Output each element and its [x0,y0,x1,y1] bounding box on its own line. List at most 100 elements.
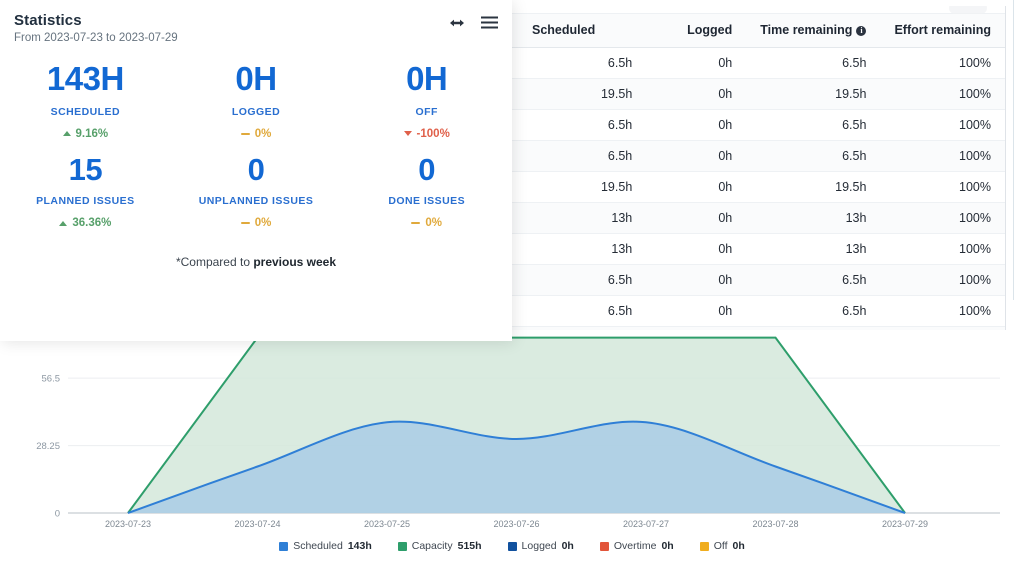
cell-logged: 0h [646,140,747,172]
column-header-time-remaining[interactable]: Time remaining i [746,14,881,48]
legend-swatch-icon [507,541,517,551]
legend-total: 515h [457,540,482,552]
table-row[interactable]: 6.5h0h6.5h100% [510,109,1005,141]
resize-horizontal-icon[interactable] [449,18,465,28]
legend-item-logged[interactable]: Logged 0h [507,540,574,552]
cell-scheduled: 19.5h [510,78,647,110]
table-row[interactable]: 19.5h 0h 19.5h 100% [510,78,1005,110]
metric-label: SCHEDULED [50,105,121,118]
legend-item-overtime[interactable]: Overtime 0h [599,540,674,552]
chart-legend: Scheduled 143h Capacity 515h Logged 0h Overtim… [0,540,1024,552]
cell-effort-remaining: 100% [880,264,1005,296]
metric-label: PLANNED ISSUES [36,195,135,208]
cell-scheduled: 13h [510,233,647,265]
top-pill-decoration [949,6,987,14]
column-header-scheduled[interactable]: Scheduled [510,14,647,48]
cell-effort-remaining: 100% [880,78,1005,110]
cell-scheduled: 6.5h [510,295,647,327]
cell-effort-remaining: 100% [880,202,1005,234]
cell-effort-remaining: 100% [880,233,1005,265]
metric-delta-value: 0% [425,217,442,230]
table-body: 6.5h 0h 6.5h 100% 19.5h 0h 19.5h 100% 6.5h 0h 6.5h… [510,47,1005,330]
table-row[interactable]: 6.5h0h6.5h100% [510,264,1005,296]
legend-total: 143h [347,540,372,552]
metric-delta-value: 9.16% [75,127,109,140]
metric-label: OFF [415,105,438,118]
metric-card-unplanned-issues: 0 UNPLANNED ISSUES 0% [171,151,342,229]
schedule-table: Scheduled Logged Time remaining i Effort … [510,14,1005,330]
metric-delta-value: -100% [416,127,450,140]
metric-delta: 0% [171,128,342,140]
legend-item-scheduled[interactable]: Scheduled 143h [279,540,372,552]
table-row[interactable]: 6.5h0h6.5h100% [510,295,1005,327]
x-axis-tick-label: 2023-07-24 [234,519,280,529]
metric-label: LOGGED [231,105,281,118]
comparison-note-emphasis: previous week [253,255,337,270]
right-edge-rule [1013,0,1014,300]
cell-time-remaining: 6.5h [746,264,881,296]
trend-up-icon [62,131,71,137]
cell-time-remaining: 6.5h [746,109,881,141]
metric-value: 0 [247,151,265,187]
legend-swatch-icon [699,541,709,551]
table-row[interactable]: 6.5h0h6.5h100% [510,140,1005,172]
cell-time-remaining: 19.5h [746,171,881,203]
legend-label: Logged [521,540,557,552]
legend-item-off[interactable]: Off 0h [699,540,745,552]
metric-delta: 36.36% [0,217,171,229]
chart-svg: 0 28.25 56.5 2023-07-23 2023-07-24 2023-07-25… [36,336,1000,529]
legend-swatch-icon [599,541,609,551]
metric-delta: 0% [171,217,342,229]
metric-value: 0H [406,60,448,97]
statistics-panel: Statistics From 2023-07-23 to 2023-07-29 [0,0,512,341]
x-axis-tick-label: 2023-07-29 [882,519,928,529]
cell-logged: 0h [646,47,747,79]
cell-effort-remaining: 100% [880,140,1005,172]
header-icon-group [449,16,498,29]
metric-card-logged: 0H LOGGED 0% [171,60,342,140]
legend-label: Overtime [613,540,657,552]
column-header-logged[interactable]: Logged [646,14,747,48]
metric-card-planned-issues: 15 PLANNED ISSUES 36.36% [0,153,171,229]
cell-scheduled: 6.5h [510,140,647,172]
y-axis-tick-label: 0 [55,509,60,520]
info-icon[interactable]: i [856,26,867,36]
x-axis-tick-label: 2023-07-25 [364,519,410,529]
table-row[interactable]: 6.5h0h6.5h100% [510,47,1005,79]
trend-flat-icon [240,132,250,135]
cell-scheduled: 13h [510,202,647,234]
y-axis-tick-label: 28.25 [36,441,60,452]
cell-time-remaining: 6.5h [746,47,881,79]
table-row[interactable]: 13h 0h 13h 100% [510,233,1005,265]
trend-flat-icon [411,222,421,225]
schedule-table-panel: Scheduled Logged Time remaining i Effort … [509,6,1006,331]
y-axis-tick-label: 56.5 [42,374,61,385]
trend-up-icon [59,220,68,226]
cell-time-remaining: 6.5h [746,140,881,172]
table-head: Scheduled Logged Time remaining i Effort … [510,14,1005,48]
metric-label: DONE ISSUES [388,195,466,208]
metric-delta: -100% [341,128,512,140]
metric-delta-value: 0% [254,217,272,230]
page-title: Statistics [14,12,82,29]
date-range-subtitle: From 2023-07-23 to 2023-07-29 [14,32,178,44]
cell-time-remaining: 6.5h [746,295,881,327]
metric-value: 0H [235,60,277,97]
table-top-strip [510,6,1005,14]
metric-delta: 0% [341,217,512,229]
statistics-header: Statistics From 2023-07-23 to 2023-07-29 [0,0,512,44]
metric-delta-value: 36.36% [72,217,112,230]
legend-label: Scheduled [293,540,343,552]
legend-label: Off [713,540,728,552]
app-root: Scheduled Logged Time remaining i Effort … [0,0,1024,576]
cell-effort-remaining: 100% [880,47,1005,79]
table-row[interactable]: 19.5h 0h 19.5h 100% [510,171,1005,203]
column-header-effort-remaining[interactable]: Effort remaining [880,14,1005,48]
legend-total: 0h [732,540,745,552]
column-header-time-remaining-label: Time remaining [760,23,853,37]
legend-item-capacity[interactable]: Capacity 515h [397,540,482,552]
hamburger-menu-icon[interactable] [481,16,498,29]
table-row[interactable]: 13h 0h 13h 100% [510,202,1005,234]
cell-scheduled: 6.5h [510,47,647,79]
table-header-row: Scheduled Logged Time remaining i Effort … [510,14,1005,48]
